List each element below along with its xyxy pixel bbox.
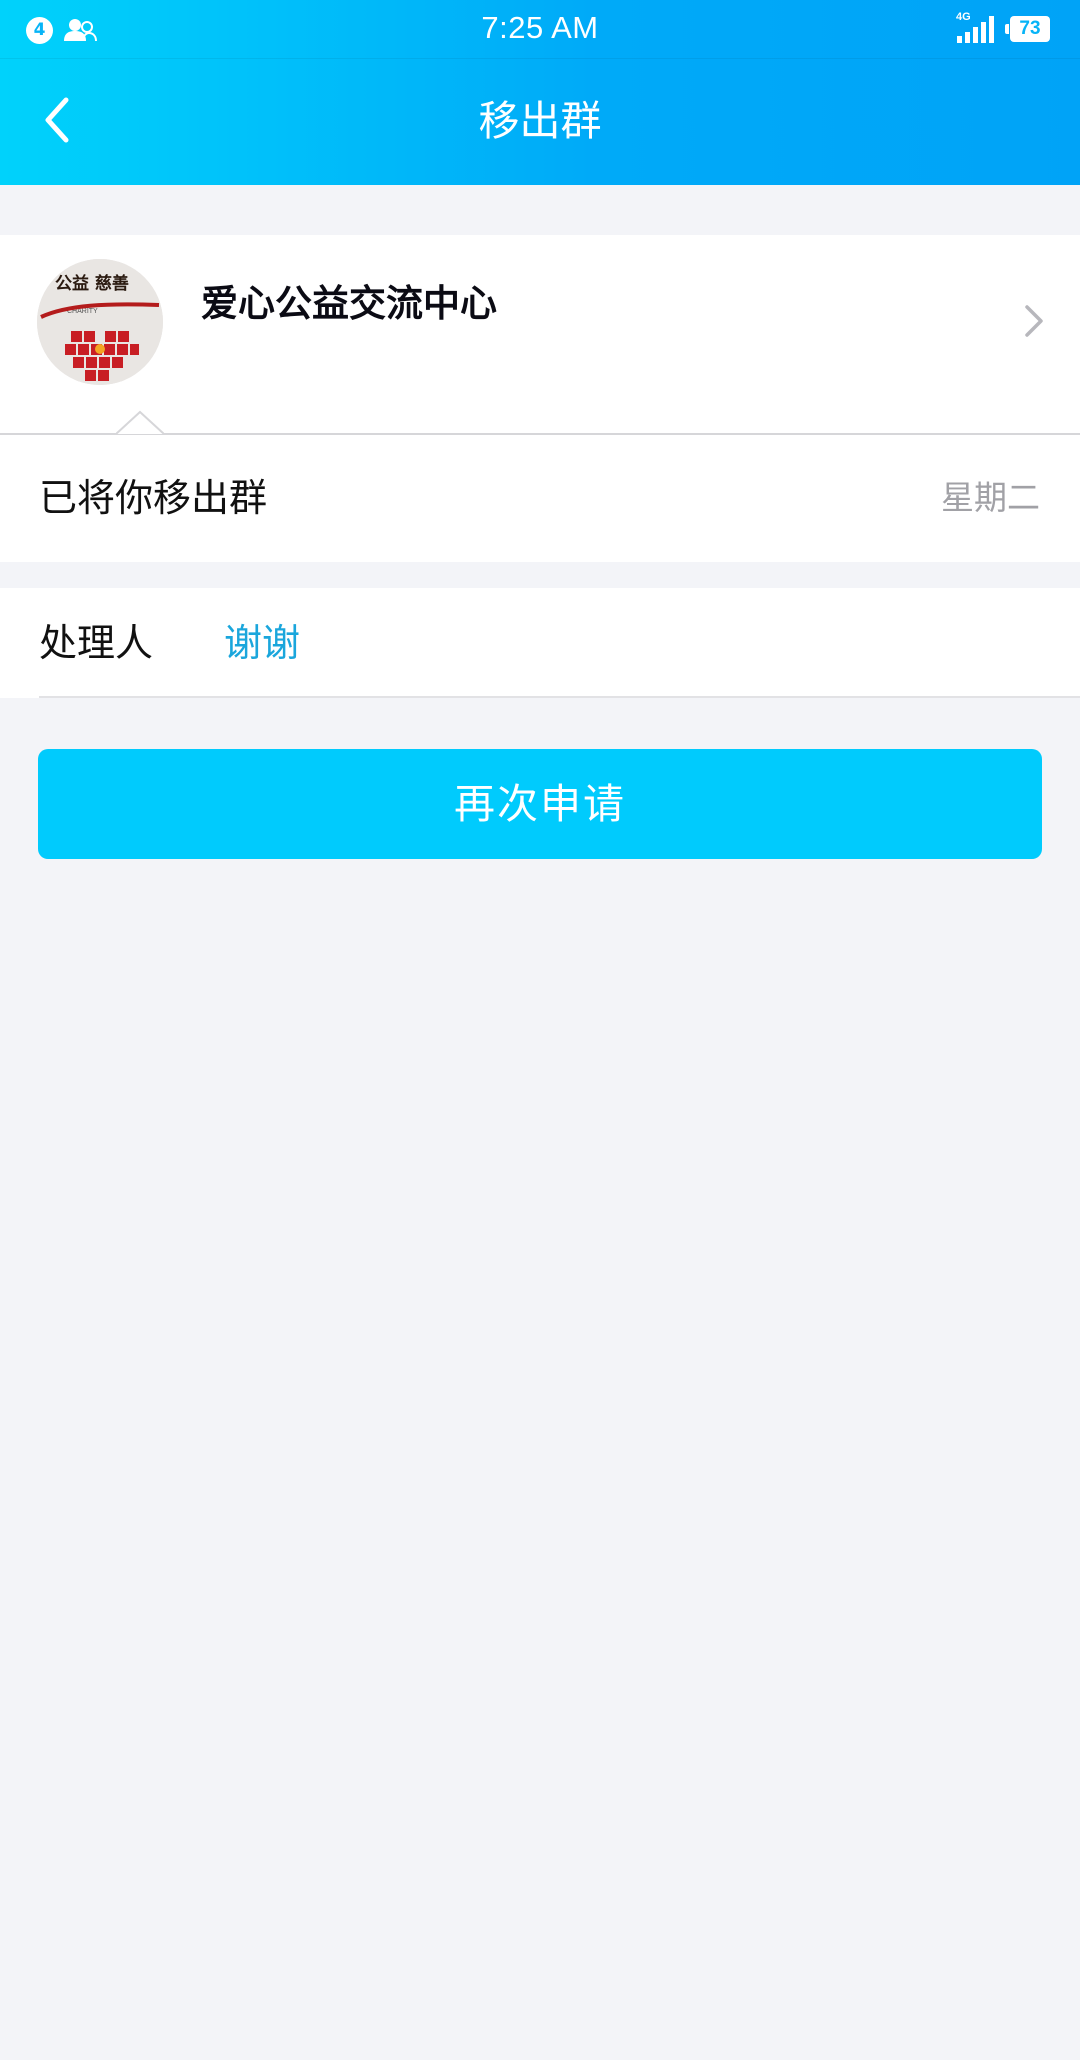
bubble-pointer — [116, 410, 164, 435]
status-time: 7:25 AM — [481, 10, 599, 45]
handler-row: 处理人 谢谢 — [0, 588, 1080, 698]
group-card[interactable]: 公益 慈善 CHARITY 爱心公益交流中心 — [0, 235, 1080, 435]
signal-icon: 4G — [956, 11, 998, 44]
handler-name-link[interactable]: 谢谢 — [224, 588, 300, 698]
page-title: 移出群 — [478, 97, 602, 145]
handler-label: 处理人 — [39, 621, 154, 665]
status-right: 4G 73 — [956, 11, 1050, 44]
avatar-text: 公益 慈善 — [55, 273, 129, 294]
header: 4 7:25 AM 4G 73 移出群 — [0, 0, 1080, 185]
group-avatar: 公益 慈善 CHARITY — [37, 259, 163, 385]
message-time: 星期二 — [941, 478, 1040, 517]
nav-bar: 移出群 — [0, 58, 1080, 185]
chevron-left-icon — [45, 97, 69, 143]
reapply-button[interactable]: 再次申请 — [38, 749, 1042, 859]
charity-logo-icon: 公益 慈善 CHARITY — [37, 259, 163, 385]
status-bar: 4 7:25 AM 4G 73 — [0, 0, 1080, 59]
battery-indicator: 73 — [1005, 16, 1050, 42]
chevron-right-icon — [1025, 305, 1043, 337]
back-button[interactable] — [22, 80, 92, 160]
removal-notice-row: 已将你移出群 星期二 — [0, 435, 1080, 562]
removal-message: 已将你移出群 — [39, 476, 268, 520]
group-name: 爱心公益交流中心 — [201, 282, 497, 325]
